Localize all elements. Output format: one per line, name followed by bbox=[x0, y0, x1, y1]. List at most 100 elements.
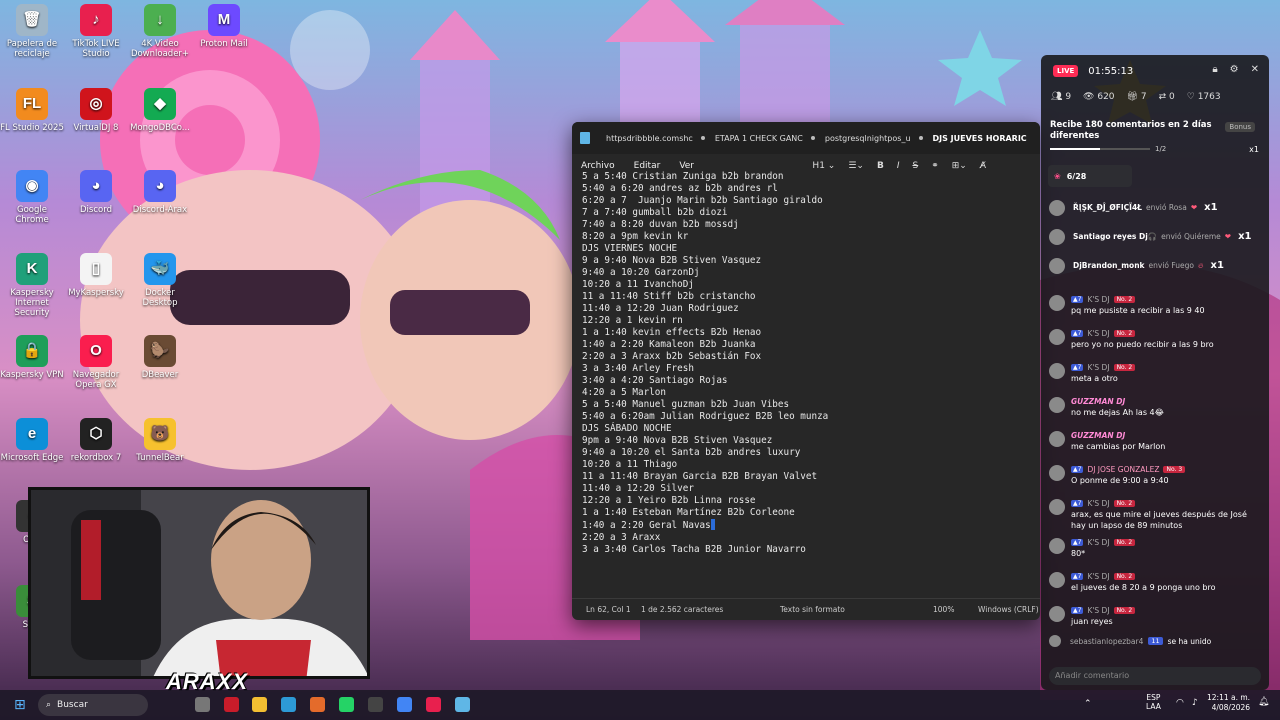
app-taskbar-icon[interactable] bbox=[310, 697, 325, 712]
desktop-icon[interactable]: ◕ Discord bbox=[64, 170, 128, 215]
comment-user: K'S DJ bbox=[1087, 499, 1110, 508]
comment: ▲7 K'S DJ No. 2 juan reyes bbox=[1049, 605, 1263, 633]
italic-button[interactable]: I bbox=[897, 161, 900, 171]
comment: ▲7 K'S DJ No. 2 80* bbox=[1049, 537, 1263, 565]
fan-badge: ▲7 bbox=[1071, 500, 1084, 507]
notepad-window[interactable]: httpsdribbble.comshc ETAPA 1 CHECK GANC … bbox=[572, 122, 1040, 620]
rank-badge: No. 2 bbox=[1113, 607, 1136, 614]
taskbar: ⊞ ⌕ Buscar ⌃ ESP LAA ◠ ♪ 12:11 a. m. 4/08/2… bbox=[0, 690, 1280, 720]
avatar bbox=[1049, 635, 1061, 647]
avatar bbox=[1049, 397, 1065, 413]
desktop-icon[interactable]: e Microsoft Edge bbox=[0, 418, 64, 463]
desktop-icon[interactable]: FL FL Studio 2025 bbox=[0, 88, 64, 133]
editor-text-area[interactable]: 5 a 5:40 Cristian Zuniga b2b brandon 5:40… bbox=[582, 171, 1034, 598]
taskbar-search[interactable]: ⌕ Buscar bbox=[38, 694, 148, 716]
comment-text: arax, es que mire el jueves después de J… bbox=[1071, 510, 1247, 530]
lock-icon[interactable]: 🔒︎ bbox=[1212, 64, 1217, 75]
tray-chevron-icon[interactable]: ⌃ bbox=[1084, 699, 1092, 709]
desktop-icon[interactable]: ↓ 4K Video Downloader+ bbox=[128, 4, 192, 59]
clear-format-icon[interactable]: A̸ bbox=[980, 161, 986, 171]
obs-taskbar-icon[interactable] bbox=[368, 697, 383, 712]
list-icon[interactable]: ☰⌄ bbox=[848, 161, 864, 171]
desktop-icon[interactable]: ◎ VirtualDJ 8 bbox=[64, 88, 128, 133]
desktop-icon[interactable]: ◕ Discord-Arax bbox=[128, 170, 192, 215]
line-text: 5:40 a 6:20 andres az b2b andres rl bbox=[582, 183, 778, 194]
settings-icon[interactable]: ⚙ bbox=[1230, 64, 1239, 75]
language-indicator[interactable]: ESP LAA bbox=[1146, 693, 1161, 711]
desktop-icon[interactable]: K Kaspersky Internet Security bbox=[0, 253, 64, 318]
shares-value: 0 bbox=[1169, 92, 1175, 102]
tab-2[interactable]: postgresqlnightpos_u bbox=[825, 134, 933, 143]
desktop-icon-label: MyKaspersky bbox=[68, 288, 124, 298]
desktop-icon[interactable]: 🦫 DBeaver bbox=[128, 335, 192, 380]
close-icon[interactable]: ✕ bbox=[1251, 64, 1259, 75]
desktop-icon[interactable]: ◉ Google Chrome bbox=[0, 170, 64, 225]
store-icon[interactable] bbox=[281, 697, 296, 712]
gift-feed: ŘĮŞK_ĐĴ_ØFIÇÏ4Ł envió Rosa ❤ x1 Santiago rey… bbox=[1049, 193, 1263, 280]
comment-input[interactable]: Añadir comentario bbox=[1049, 667, 1261, 685]
editor-line: 10:20 a 11 Thiago bbox=[582, 459, 1034, 471]
comment-user: GUZZMAN DJ bbox=[1071, 397, 1126, 406]
live-chat-panel: LIVE 01:55:13 🔒︎ ⚙ ✕ 👥︎ 9 👁︎ 620 🎁︎ 7 ⇄ … bbox=[1041, 55, 1269, 690]
comment-text: O ponme de 9:00 a 9:40 bbox=[1071, 476, 1169, 485]
clock[interactable]: 12:11 a. m. 4/08/2026 bbox=[1207, 693, 1250, 713]
desktop-icon[interactable]: 🗑 Papelera de reciclaje bbox=[0, 4, 64, 59]
desktop-icon[interactable]: ♪ TikTok LIVE Studio bbox=[64, 4, 128, 59]
fan-badge: ▲7 bbox=[1071, 539, 1084, 546]
editor-tabs: httpsdribbble.comshc ETAPA 1 CHECK GANC … bbox=[572, 122, 1040, 154]
desktop-icon[interactable]: O Navegador Opera GX bbox=[64, 335, 128, 390]
comment-text: juan reyes bbox=[1071, 617, 1113, 626]
windows-start-icon[interactable]: ⊞ bbox=[14, 697, 26, 713]
comment: GUZZMAN DJ no me dejas Ah las 4😂 bbox=[1049, 396, 1263, 424]
heading-dropdown[interactable]: H1 ⌄ bbox=[812, 161, 835, 171]
menu-ver[interactable]: Ver bbox=[679, 161, 694, 171]
file-explorer-icon[interactable] bbox=[252, 697, 267, 712]
tab-label: httpsdribbble.comshc bbox=[606, 133, 693, 143]
lang-code: ESP bbox=[1146, 693, 1161, 702]
wifi-icon[interactable]: ◠ bbox=[1176, 698, 1184, 708]
clock-date: 4/08/2026 bbox=[1211, 703, 1251, 712]
desktop-icon[interactable]: ◆ MongoDBCo... bbox=[128, 88, 192, 133]
editor-line: 9:40 a 10:20 GarzonDj bbox=[582, 267, 1034, 279]
link-icon[interactable]: ⚭ bbox=[931, 161, 939, 171]
volume-icon[interactable]: ♪ bbox=[1192, 698, 1198, 708]
zoom-level[interactable]: 100% bbox=[933, 605, 954, 614]
menu-editar[interactable]: Editar bbox=[634, 161, 661, 171]
whatsapp-icon[interactable] bbox=[339, 697, 354, 712]
gift-icon: 🎁︎ bbox=[1126, 92, 1138, 102]
desktop-icon[interactable]: 🐻 TunnelBear bbox=[128, 418, 192, 463]
notifications-icon[interactable]: 🔔︎ bbox=[1258, 697, 1269, 707]
avatar bbox=[1049, 228, 1065, 245]
format-mode[interactable]: Texto sin formato bbox=[780, 605, 845, 614]
app-icon: 🐳 bbox=[144, 253, 176, 285]
tab-1[interactable]: ETAPA 1 CHECK GANC bbox=[715, 134, 825, 143]
notepad-taskbar-icon[interactable] bbox=[455, 697, 470, 712]
strike-button[interactable]: S bbox=[912, 161, 918, 171]
menu-archivo[interactable]: Archivo bbox=[581, 161, 615, 171]
tab-3[interactable]: DJS JUEVES HORARIC bbox=[933, 134, 1037, 143]
rank-badge: No. 3 bbox=[1163, 466, 1186, 473]
task-view-icon[interactable] bbox=[195, 697, 210, 712]
desktop-icon[interactable]: M Proton Mail bbox=[192, 4, 256, 49]
comment-user: K'S DJ bbox=[1087, 295, 1110, 304]
gift-count: x1 bbox=[1238, 231, 1252, 242]
opera-gx-taskbar-icon[interactable] bbox=[224, 697, 239, 712]
desktop-icon[interactable]: 🐳 Docker Desktop bbox=[128, 253, 192, 308]
line-ending[interactable]: Windows (CRLF) bbox=[978, 605, 1039, 614]
comment-text: 80* bbox=[1071, 549, 1086, 558]
desktop-icon[interactable]: ⬡ rekordbox 7 bbox=[64, 418, 128, 463]
gift-row: ŘĮŞK_ĐĴ_ØFIÇÏ4Ł envió Rosa ❤ x1 bbox=[1049, 193, 1263, 222]
desktop-icon-label: rekordbox 7 bbox=[70, 453, 122, 463]
tab-0[interactable]: httpsdribbble.comshc bbox=[606, 134, 715, 143]
desktop-icon[interactable]: ▯ MyKaspersky bbox=[64, 253, 128, 298]
bold-button[interactable]: B bbox=[877, 161, 884, 171]
table-icon[interactable]: ⊞⌄ bbox=[952, 161, 967, 171]
desktop-icon[interactable]: 🔒 Kaspersky VPN bbox=[0, 335, 64, 380]
joined-user: sebastianlopezbar4 bbox=[1070, 636, 1144, 646]
chrome-taskbar-icon[interactable] bbox=[397, 697, 412, 712]
live-header: LIVE 01:55:13 bbox=[1053, 65, 1133, 77]
tiktok-taskbar-icon[interactable] bbox=[426, 697, 441, 712]
line-text: 7:40 a 8:20 duvan b2b mossdj bbox=[582, 219, 739, 230]
editor-line: 11:40 a 12:20 Juan Rodriguez bbox=[582, 303, 1034, 315]
gift-row: DjBrandon_monk envió Fuego 🔥︎ x1 bbox=[1049, 251, 1263, 280]
